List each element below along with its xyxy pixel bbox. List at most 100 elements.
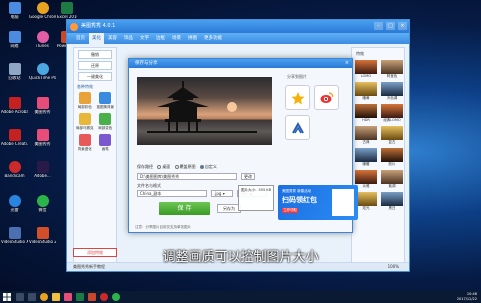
tab-more[interactable]: 更多功能 [201,33,225,44]
tab-text[interactable]: 文字 [137,33,152,44]
task-view-icon[interactable] [28,293,36,301]
effect-thumb[interactable]: 冷色调 [381,82,403,101]
tool-partial-color[interactable]: 局部彩色 [76,92,94,110]
effect-thumb[interactable]: 紫调 [381,170,403,189]
videostudio-icon [8,227,21,239]
meitu-logo-icon [70,23,78,31]
effect-preview-image [355,148,377,162]
tab-beauty[interactable]: 美容 [105,33,120,44]
chrome-taskbar-icon[interactable] [40,293,48,301]
blur-icon [78,134,91,146]
promo-banner[interactable]: 美图秀秀 新春活动 扫码领红包 立即领取 [278,185,358,220]
effect-thumb[interactable]: LOMO [355,60,377,79]
app-title: 美图秀秀 4.0.1 [81,23,116,29]
close-icon[interactable]: × [345,59,349,68]
desktop-icon-adobe-creative[interactable]: Adobe Creati... [1,128,28,155]
effect-thumb[interactable]: 胶片 [381,148,403,167]
effect-thumb[interactable]: HDR [355,104,377,123]
desktop-icon-xunlei[interactable]: 迅雷 [1,194,28,221]
bandicam-taskbar-icon[interactable] [100,293,108,301]
network-icon [8,31,21,43]
app-titlebar[interactable]: 美图秀秀 4.0.1 – □ × [67,20,409,33]
video-subtitle: 调整画质可以控制图片大小 [162,250,319,265]
effect-label: 阿宝色 [386,74,398,78]
excel-taskbar-icon[interactable] [76,293,84,301]
effect-thumb[interactable]: 经典LOMO [381,104,403,123]
effect-thumb[interactable]: 阿宝色 [381,60,403,79]
effect-thumb[interactable]: 暖黄 [355,82,377,101]
desktop-icon-chrome[interactable]: Google Chrome [29,1,56,28]
desktop-icon-recycle-bin[interactable]: 回收站 [1,62,28,89]
effect-label: 暖黄 [362,96,370,100]
desktop-icon-quicktime[interactable]: QuickTime Player [29,62,56,89]
promo-headline: 扫码领红包 [282,196,317,204]
desktop-icon-computer[interactable]: 电脑 [1,1,28,28]
desktop-icon-meitu[interactable]: 美图秀秀 [29,96,56,123]
effect-thumb[interactable]: 古典 [355,126,377,145]
desktop-icon-wechat[interactable]: 微信 [29,194,56,221]
recycle-bin-icon [8,63,21,75]
tool-mosaic[interactable]: 局部马赛克 [76,113,94,131]
share-renren-button[interactable] [285,115,310,140]
desktop-icon-adobe[interactable]: Adobe... [29,160,56,187]
tab-collage[interactable]: 拼图 [185,33,200,44]
desktop-icon-acrobat[interactable]: Adobe Acrobat DC [1,96,28,123]
effect-thumb[interactable]: 黑白 [381,192,403,211]
desktop-icon-meitu-2[interactable]: 美图秀秀 [29,128,56,155]
effect-label: 炫光 [362,206,370,210]
tool-pen[interactable]: 画笔 [97,134,115,152]
radio-circle [174,165,179,169]
promo-cta[interactable]: 立即领取 [282,208,298,213]
left-tool-panel: 撤销 还原 一键美化 各种特效 局部彩色 抠图换背景 局部马赛克 局部变色 背景… [73,47,117,267]
share-qzone-button[interactable] [285,85,310,110]
radio-overwrite[interactable]: 覆盖原图 [174,164,196,169]
system-clock[interactable]: 10:46 2017/12/22 [457,292,477,302]
tool-cutout[interactable]: 抠图换背景 [97,92,114,110]
close-icon[interactable]: × [398,22,407,30]
search-icon[interactable] [16,293,24,301]
taskbar: 10:46 2017/12/22 [0,291,481,303]
auto-beautify-button[interactable]: 一键美化 [78,72,112,81]
minimize-icon[interactable]: – [374,22,383,30]
wechat-taskbar-icon[interactable] [112,293,120,301]
effect-preview-image [381,126,403,140]
radio-desktop[interactable]: 桌面 [157,164,170,169]
tab-scene[interactable]: 场景 [169,33,184,44]
maximize-icon[interactable]: □ [386,22,395,30]
desktop-icon-itunes[interactable]: iTunes [29,30,56,57]
format-select[interactable]: .jpg ▾ [211,190,233,197]
dialog-tip: 注意：分享图片目前仅支持单张图片 [135,225,191,229]
effect-label: LOMO [360,74,372,78]
tool-recolor[interactable]: 局部变色 [97,113,115,131]
tab-frame[interactable]: 边框 [153,33,168,44]
desktop-icon-network[interactable]: 网络 [1,30,28,57]
effect-thumb[interactable]: 暖暖 [355,148,377,167]
effect-thumb[interactable]: 炫光 [355,192,377,211]
effects-panel: 特效 LOMO 阿宝色 暖黄 冷色调 HDR 经典LOMO 古典 复古 暖暖 胶片 淡雅 紫调 炫光 黑白 [351,47,405,267]
radio-custom[interactable]: 自定义 [199,164,217,169]
undo-button[interactable]: 撤销 [78,50,112,59]
windows-start-icon[interactable] [3,293,11,301]
tool-blur[interactable]: 背景虚化 [76,134,94,152]
effects-header: 各种特效 [77,84,93,89]
dialog-titlebar[interactable]: 保存与分享 × [129,59,352,68]
desktop-icon-bandicam[interactable]: Bandicam [1,160,28,187]
powerpoint-taskbar-icon[interactable] [88,293,96,301]
filename-field[interactable]: China_副本 [137,190,207,197]
tab-beautify[interactable]: 美化 [89,33,104,44]
meitu-taskbar-icon[interactable] [64,293,72,301]
browse-button[interactable]: 更改 [241,173,255,180]
effect-preview-image [381,148,403,162]
save-button[interactable]: 保 存 [159,202,210,215]
effect-thumb[interactable]: 淡雅 [355,170,377,189]
share-weibo-button[interactable] [314,85,339,110]
effect-thumb[interactable]: 复古 [381,126,403,145]
redo-button[interactable]: 还原 [78,61,112,70]
effect-label: 复古 [388,140,396,144]
tab-accessories[interactable]: 饰品 [121,33,136,44]
tab-home[interactable]: 首页 [73,33,88,44]
save-path-label: 保存路径 [137,164,153,169]
save-path-field[interactable]: D:\美图图库\美图秀秀 [137,173,237,180]
explorer-taskbar-icon[interactable] [52,293,60,301]
acrobat-icon [8,97,21,109]
